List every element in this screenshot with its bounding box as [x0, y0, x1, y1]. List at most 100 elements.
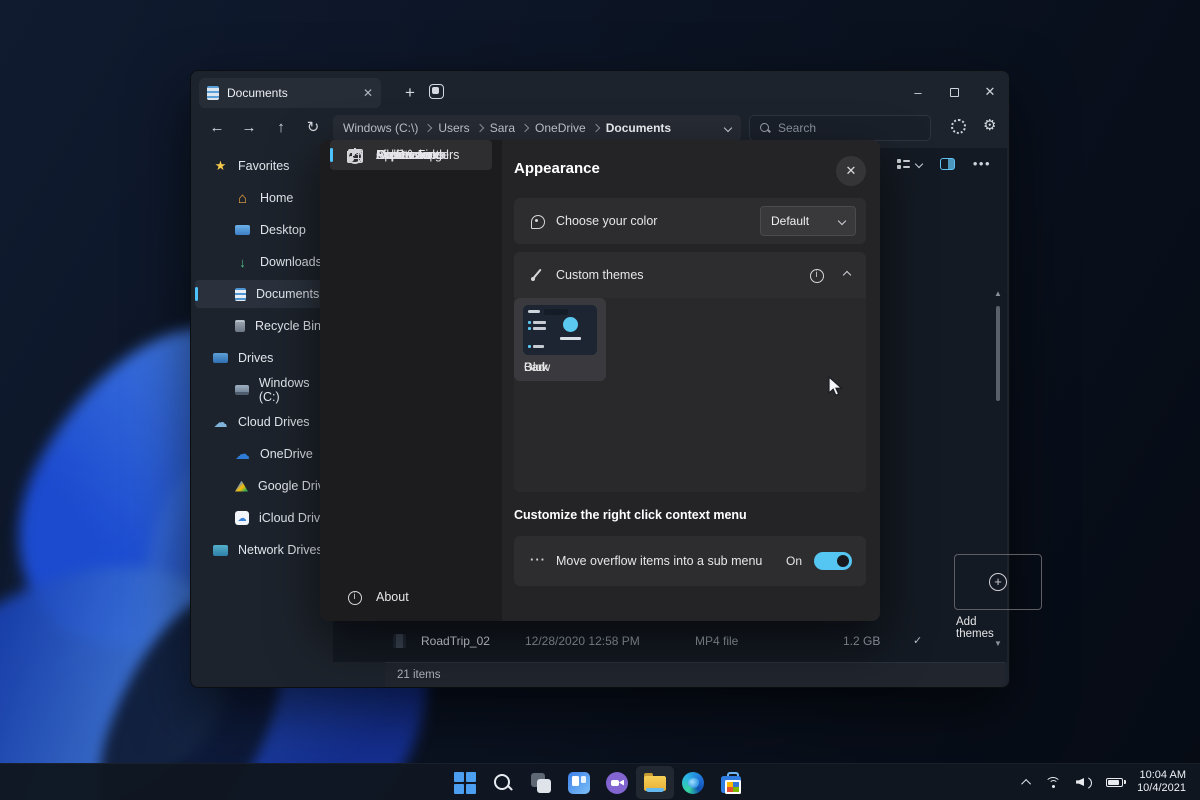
- dropdown-chevron-icon: [838, 217, 846, 225]
- taskbar-clock[interactable]: 10:04 AM 10/4/2021: [1137, 769, 1186, 795]
- add-themes-button[interactable]: +: [954, 554, 1042, 610]
- close-button[interactable]: ✕: [975, 81, 1005, 103]
- taskbar-button[interactable]: [636, 766, 674, 799]
- breadcrumb-item[interactable]: Users: [425, 121, 469, 135]
- minimize-button[interactable]: –: [903, 81, 933, 103]
- sidebar-item-icon: [235, 447, 250, 462]
- refresh-button[interactable]: ↻: [299, 114, 327, 140]
- sidebar-item-label: Network Drives: [238, 543, 323, 557]
- sidebar-item-label: Downloads: [260, 255, 322, 269]
- themes-info-icon[interactable]: [809, 268, 824, 283]
- layout-chevron-icon: [915, 159, 923, 167]
- color-dropdown[interactable]: Default: [760, 206, 856, 236]
- dialog-close-button[interactable]: ✕: [836, 156, 866, 186]
- context-menu-heading: Customize the right click context menu: [514, 508, 747, 522]
- spinner-icon: [951, 119, 966, 134]
- sidebar-item[interactable]: Google Drive: [191, 470, 333, 502]
- settings-content: Appearance ✕ Choose your color Default C…: [502, 140, 880, 621]
- breadcrumb-item[interactable]: Windows (C:\): [343, 121, 418, 135]
- sidebar-item[interactable]: Drives: [191, 342, 333, 374]
- sidebar-item[interactable]: iCloud Drive: [191, 502, 333, 534]
- theme-card[interactable]: Dark: [514, 298, 606, 381]
- tab-close-icon[interactable]: ✕: [363, 86, 373, 100]
- sidebar-item[interactable]: Favorites: [191, 150, 333, 182]
- back-button[interactable]: ←: [203, 114, 231, 140]
- battery-icon[interactable]: [1106, 778, 1123, 787]
- up-button[interactable]: ↑: [267, 114, 295, 140]
- title-bar: Documents ✕ + – ✕: [191, 71, 1009, 113]
- file-name: RoadTrip_02: [421, 634, 490, 648]
- tab-overview-icon[interactable]: [429, 84, 444, 99]
- breadcrumb-items: Windows (C:\) Users Sara OneDrive Documents: [343, 121, 725, 135]
- tab-documents[interactable]: Documents ✕: [199, 78, 381, 108]
- plus-circle-icon: +: [989, 573, 1007, 591]
- scroll-down-icon[interactable]: ▼: [994, 640, 1002, 648]
- tray-chevron-up-icon[interactable]: [1021, 778, 1031, 788]
- sidebar-item-label: iCloud Drive: [259, 511, 327, 525]
- breadcrumb[interactable]: Windows (C:\) Users Sara OneDrive Documents: [333, 115, 741, 141]
- breadcrumb-item[interactable]: Documents: [593, 121, 671, 135]
- sidebar-item[interactable]: Documents: [191, 278, 333, 310]
- toggle-state-label: On: [786, 554, 802, 568]
- taskbar-button[interactable]: [522, 766, 560, 799]
- maximize-button[interactable]: [939, 81, 969, 103]
- sidebar-item-label: Home: [260, 191, 293, 205]
- sidebar-item-icon: [235, 288, 246, 301]
- settings-gear-icon[interactable]: ⚙: [983, 116, 996, 134]
- custom-themes-label: Custom themes: [556, 268, 644, 282]
- scroll-up-icon[interactable]: ▲: [994, 290, 1002, 298]
- search-placeholder: Search: [778, 121, 816, 135]
- volume-icon[interactable]: [1076, 776, 1092, 788]
- settings-nav-item-about[interactable]: About: [330, 582, 492, 612]
- taskbar-button[interactable]: [446, 766, 484, 799]
- overflow-toggle[interactable]: [814, 552, 852, 570]
- overflow-toggle-label: Move overflow items into a sub menu: [556, 554, 762, 568]
- taskbar-app-icon: [643, 771, 667, 795]
- taskbar-button[interactable]: [712, 766, 750, 799]
- settings-nav-label: Experimental: [376, 148, 449, 162]
- file-row[interactable]: RoadTrip_02 12/28/2020 12:58 PM MP4 file…: [385, 627, 1001, 655]
- layout-toggle[interactable]: [897, 158, 922, 169]
- taskbar: 10:04 AM 10/4/2021: [0, 763, 1200, 800]
- more-options-icon[interactable]: •••: [973, 156, 991, 171]
- taskbar-app-icon: [491, 771, 515, 795]
- settings-nav-item[interactable]: Experimental: [330, 140, 492, 170]
- sidebar-item[interactable]: Network Drives: [191, 534, 333, 566]
- file-type: MP4 file: [695, 634, 738, 648]
- tray-date: 10/4/2021: [1137, 782, 1186, 795]
- sidebar-item[interactable]: Desktop: [191, 214, 333, 246]
- breadcrumb-item[interactable]: OneDrive: [522, 121, 586, 135]
- sidebar-item[interactable]: OneDrive: [191, 438, 333, 470]
- taskbar-button[interactable]: [598, 766, 636, 799]
- sidebar-item[interactable]: Recycle Bin: [191, 310, 333, 342]
- collapse-chevron-icon[interactable]: [843, 271, 851, 279]
- sidebar-item[interactable]: Home: [191, 182, 333, 214]
- taskbar-button[interactable]: [560, 766, 598, 799]
- choose-color-card: Choose your color Default: [514, 198, 866, 244]
- forward-button[interactable]: →: [235, 114, 263, 140]
- sidebar-item[interactable]: Cloud Drives: [191, 406, 333, 438]
- breadcrumb-chevron-down-icon[interactable]: [724, 124, 732, 132]
- sidebar-item-label: Desktop: [260, 223, 306, 237]
- wifi-icon[interactable]: [1045, 776, 1062, 789]
- brush-icon: [530, 268, 545, 283]
- about-label: About: [376, 590, 409, 604]
- sidebar-item-icon: [213, 545, 228, 556]
- file-type-icon: [393, 634, 406, 648]
- sidebar-item-icon: [213, 353, 228, 363]
- status-bar: 21 items: [385, 662, 1005, 687]
- preview-pane-icon[interactable]: [940, 158, 955, 170]
- file-date: 12/28/2020 12:58 PM: [525, 634, 640, 648]
- theme-thumbnail: [523, 305, 597, 355]
- search-input[interactable]: Search: [749, 115, 931, 141]
- new-tab-button[interactable]: +: [397, 80, 423, 106]
- scrollbar-thumb[interactable]: [996, 306, 1000, 401]
- taskbar-button[interactable]: [674, 766, 712, 799]
- sidebar-item-label: OneDrive: [260, 447, 313, 461]
- custom-themes-header[interactable]: Custom themes: [514, 252, 866, 298]
- sidebar-item[interactable]: Windows (C:): [191, 374, 333, 406]
- sidebar-item[interactable]: Downloads: [191, 246, 333, 278]
- file-size: 1.2 GB: [843, 634, 880, 648]
- taskbar-button[interactable]: [484, 766, 522, 799]
- breadcrumb-item[interactable]: Sara: [477, 121, 515, 135]
